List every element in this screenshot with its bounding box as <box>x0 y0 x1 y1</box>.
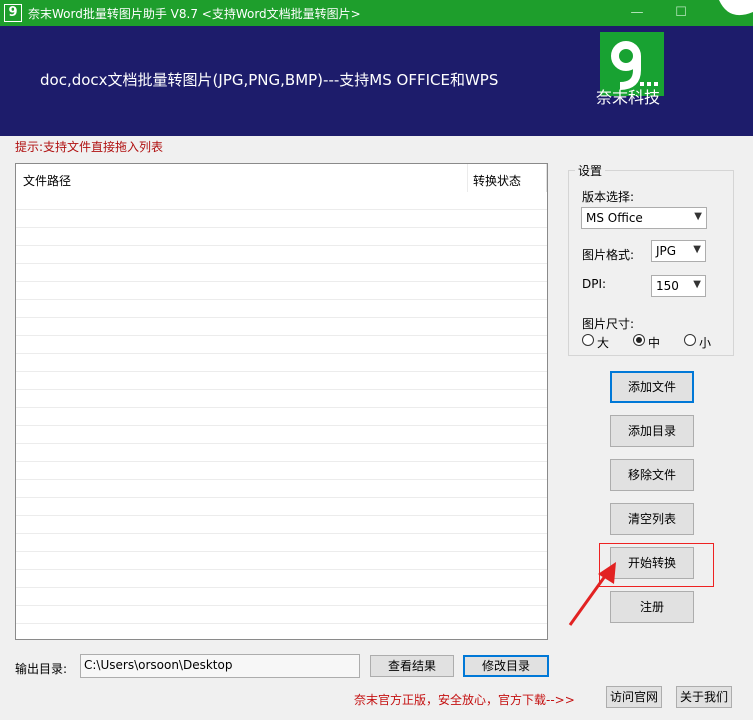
file-list[interactable]: 文件路径 转换状态 <box>15 163 548 640</box>
settings-title: 设置 <box>575 162 606 179</box>
company-name: 奈末科技 <box>596 88 661 107</box>
format-select[interactable]: JPG ▼ <box>651 240 706 262</box>
size-label: 图片尺寸: <box>582 317 635 331</box>
register-button[interactable]: 注册 <box>610 591 694 623</box>
column-divider <box>546 164 547 192</box>
chevron-down-icon: ▼ <box>693 279 701 290</box>
column-header-path[interactable]: 文件路径 <box>23 172 71 189</box>
chevron-down-icon: ▼ <box>694 211 702 222</box>
dpi-select[interactable]: 150 ▼ <box>651 275 706 297</box>
version-select[interactable]: MS Office ▼ <box>581 207 707 229</box>
close-button[interactable] <box>705 0 753 26</box>
drag-tip: 提示:支持文件直接拖入列表 <box>15 140 164 154</box>
visit-website-button[interactable]: 访问官网 <box>606 686 662 708</box>
chevron-down-icon: ▼ <box>693 244 701 255</box>
size-medium-label: 中 <box>648 336 661 350</box>
app-icon: 9 <box>4 4 22 22</box>
version-value: MS Office <box>586 211 643 225</box>
view-result-button[interactable]: 查看结果 <box>370 655 454 677</box>
about-us-button[interactable]: 关于我们 <box>676 686 732 708</box>
size-small-label: 小 <box>699 336 712 350</box>
format-value: JPG <box>656 244 677 258</box>
size-small-radio[interactable] <box>684 334 696 346</box>
minimize-button[interactable]: — <box>617 0 657 26</box>
dpi-label: DPI: <box>582 277 607 291</box>
output-label: 输出目录: <box>15 662 68 676</box>
clear-list-button[interactable]: 清空列表 <box>610 503 694 535</box>
output-path-input[interactable] <box>84 658 354 672</box>
add-directory-button[interactable]: 添加目录 <box>610 415 694 447</box>
size-large-radio[interactable] <box>582 334 594 346</box>
size-medium-radio[interactable] <box>633 334 645 346</box>
remove-file-button[interactable]: 移除文件 <box>610 459 694 491</box>
column-header-status[interactable]: 转换状态 <box>473 172 521 189</box>
dpi-value: 150 <box>656 279 679 293</box>
output-path-field[interactable] <box>80 654 360 678</box>
promo-text: 奈末官方正版，安全放心，官方下载-->> <box>354 693 575 707</box>
list-body[interactable] <box>16 192 547 639</box>
size-large-label: 大 <box>597 336 610 350</box>
annotation-arrow-icon <box>568 562 616 626</box>
window-title: 奈末Word批量转图片助手 V8.7 <支持Word文档批量转图片> <box>28 7 361 21</box>
add-file-button[interactable]: 添加文件 <box>610 371 694 403</box>
banner-headline: doc,docx文档批量转图片(JPG,PNG,BMP)---支持MS OFFI… <box>40 71 499 89</box>
title-bar: 9 奈末Word批量转图片助手 V8.7 <支持Word文档批量转图片> — ☐ <box>0 0 753 26</box>
change-directory-button[interactable]: 修改目录 <box>463 655 549 677</box>
format-label: 图片格式: <box>582 248 635 262</box>
maximize-button[interactable]: ☐ <box>661 0 701 26</box>
version-label: 版本选择: <box>582 190 635 204</box>
